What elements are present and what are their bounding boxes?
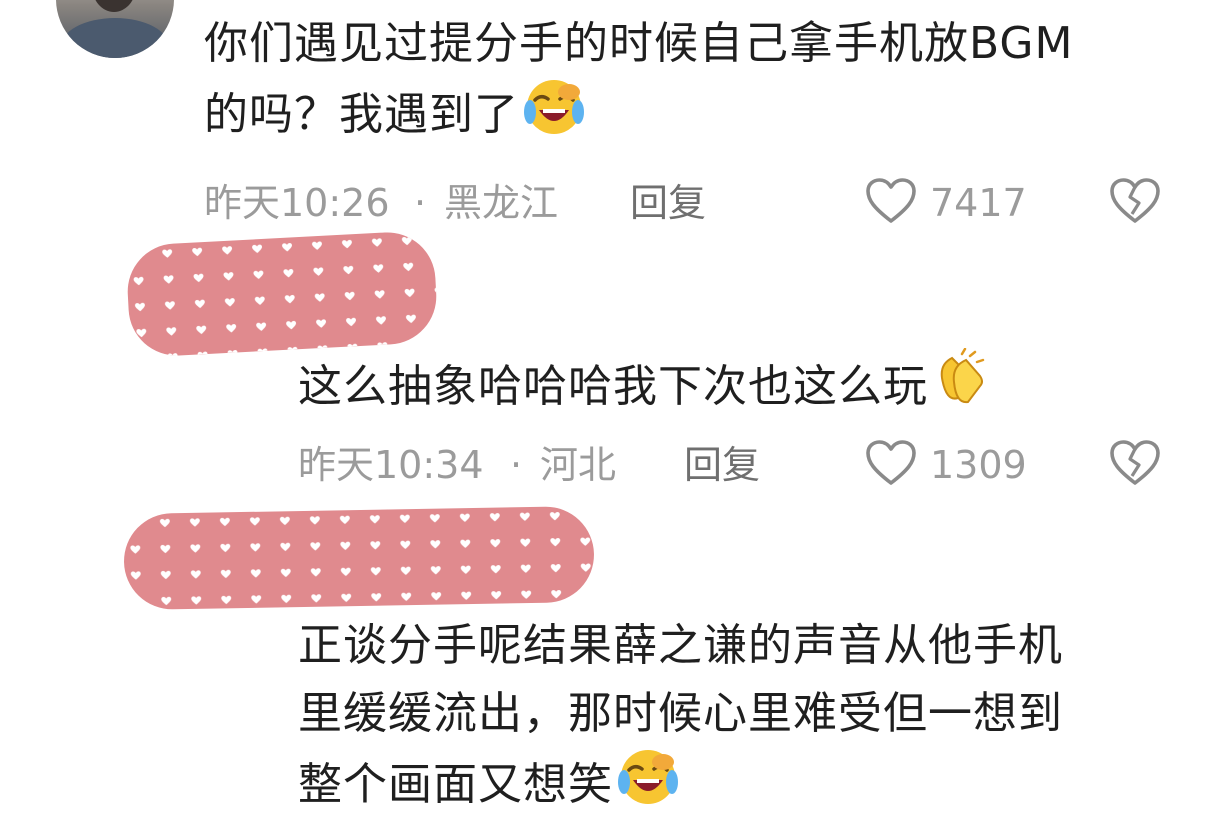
- comment-3-line-1: 正谈分手呢结果薛之谦的声音从他手机: [298, 620, 1063, 671]
- comment-3-line-3: 整个画面又想笑: [298, 759, 613, 810]
- comment-1-location: 黑龙江: [444, 181, 559, 225]
- comment-1-text: 你们遇见过提分手的时候自己拿手机放BGM 的吗？我遇到了: [204, 10, 1204, 156]
- comment-2-reply-button[interactable]: 回复: [684, 440, 760, 490]
- comment-2-line-1: 这么抽象哈哈哈我下次也这么玩: [298, 361, 928, 412]
- comment-2-text: 这么抽象哈哈哈我下次也这么玩: [298, 347, 1198, 430]
- avatar-shoulders: [60, 18, 170, 58]
- avatar[interactable]: [56, 0, 174, 58]
- comment-2-meta: 昨天10:34 · 河北 回复 1309: [298, 440, 1178, 490]
- comment-1-separator: ·: [414, 181, 427, 225]
- name-redaction-sticker: [123, 505, 595, 611]
- comment-3-line-3-wrapper: 整个画面又想笑: [298, 748, 1198, 826]
- heart-outline-icon[interactable]: [864, 438, 918, 500]
- comment-1-line-1: 你们遇见过提分手的时候自己拿手机放BGM: [204, 18, 1074, 69]
- comment-2-separator: ·: [510, 443, 523, 487]
- avatar-head: [92, 0, 136, 12]
- crying-laughing-emoji-icon: [617, 748, 679, 826]
- comment-1-reply-button[interactable]: 回复: [630, 178, 706, 228]
- comment-1-like-count: 7417: [930, 181, 1027, 225]
- comment-1-time: 昨天10:26: [204, 181, 390, 225]
- comment-1-line-2-wrapper: 的吗？我遇到了: [204, 78, 1204, 156]
- clapping-hands-emoji-icon: [932, 347, 992, 430]
- name-redaction-sticker: [125, 230, 439, 358]
- heart-pattern: [125, 230, 439, 358]
- comment-3-text: 正谈分手呢结果薛之谦的声音从他手机 里缓缓流出，那时候心里难受但一想到 整个画面…: [298, 612, 1198, 826]
- comment-3-line-2: 里缓缓流出，那时候心里难受但一想到: [298, 688, 1063, 739]
- crying-laughing-emoji-icon: [523, 78, 585, 156]
- broken-heart-icon[interactable]: [1108, 176, 1162, 238]
- comment-1-meta: 昨天10:26 · 黑龙江 回复 7417: [204, 178, 1184, 228]
- broken-heart-icon[interactable]: [1108, 438, 1162, 500]
- comment-1-line-2: 的吗？我遇到了: [204, 89, 519, 140]
- heart-pattern: [123, 505, 595, 611]
- comment-2-time: 昨天10:34: [298, 443, 484, 487]
- comment-2-location: 河北: [540, 443, 617, 487]
- comment-2-like-count: 1309: [930, 443, 1027, 487]
- heart-outline-icon[interactable]: [864, 176, 918, 238]
